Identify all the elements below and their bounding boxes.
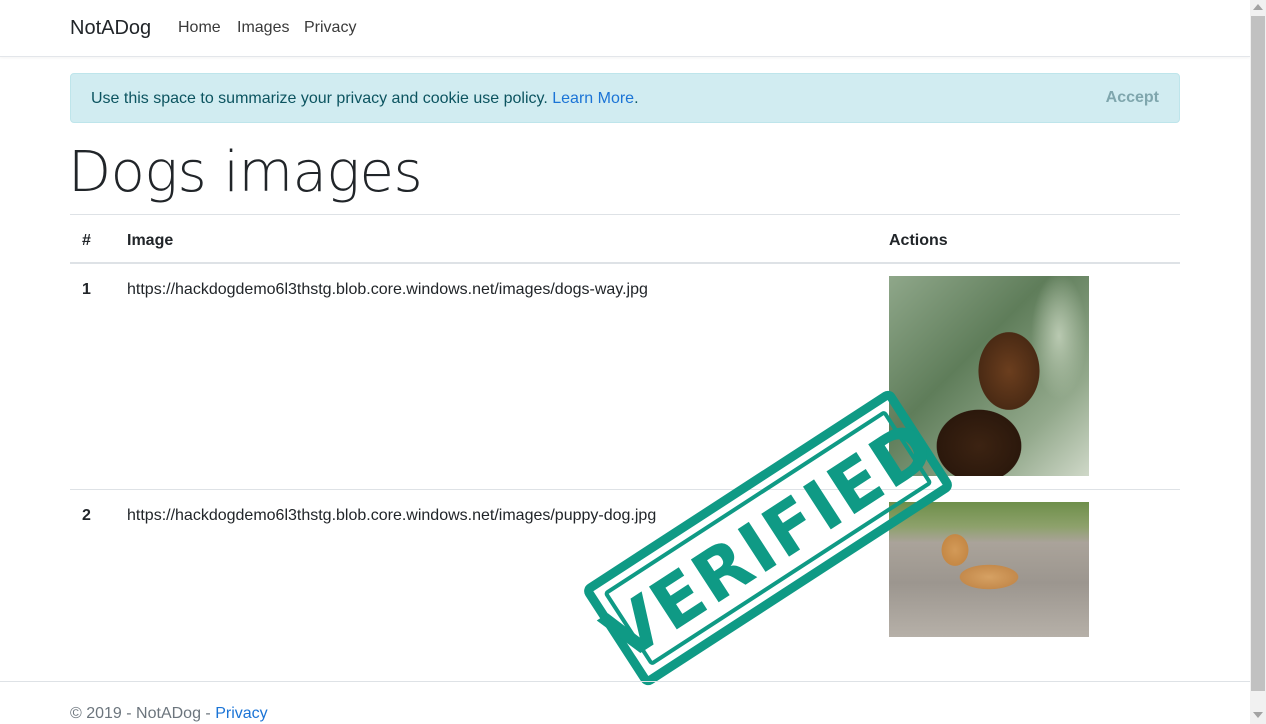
top-navbar: NotADog Home Images Privacy (0, 0, 1250, 57)
puppy-image-thumbnail[interactable] (889, 502, 1089, 637)
image-url: https://hackdogdemo6l3thstg.blob.core.wi… (127, 281, 648, 298)
dogs-images-table: # Image Actions 1 https://hackdogdemo6l3… (70, 214, 1180, 681)
nav-privacy-link[interactable]: Privacy (304, 19, 356, 37)
header-number: # (82, 232, 91, 249)
scroll-down-arrow-icon[interactable] (1253, 712, 1263, 718)
footer-copyright: © 2019 - NotADog - (70, 705, 216, 722)
dog-image-thumbnail[interactable] (889, 276, 1089, 476)
table-row: 1 https://hackdogdemo6l3thstg.blob.core.… (70, 264, 1180, 489)
learn-more-link[interactable]: Learn More (552, 90, 634, 107)
brand-link[interactable]: NotADog (70, 17, 151, 40)
scroll-up-arrow-icon[interactable] (1253, 4, 1263, 10)
footer-text: © 2019 - NotADog - Privacy (70, 705, 268, 723)
table-row: 2 https://hackdogdemo6l3thstg.blob.core.… (70, 489, 1180, 681)
cookie-consent-alert: Use this space to summarize your privacy… (70, 73, 1180, 123)
footer-privacy-link[interactable]: Privacy (215, 705, 267, 722)
row-number: 2 (82, 507, 91, 524)
header-actions: Actions (889, 232, 948, 249)
nav-images-link[interactable]: Images (237, 19, 289, 37)
header-image: Image (127, 232, 174, 249)
image-url: https://hackdogdemo6l3thstg.blob.core.wi… (127, 507, 657, 524)
page-footer: © 2019 - NotADog - Privacy (0, 681, 1250, 724)
nav-home-link[interactable]: Home (178, 19, 221, 37)
accept-cookies-button[interactable]: Accept (1106, 89, 1159, 107)
cookie-consent-message: Use this space to summarize your privacy… (91, 90, 548, 107)
scrollbar-thumb[interactable] (1251, 16, 1265, 691)
table-header-row: # Image Actions (70, 214, 1180, 264)
row-number: 1 (82, 281, 91, 298)
cookie-consent-text: Use this space to summarize your privacy… (91, 90, 639, 108)
cookie-consent-period: . (634, 90, 639, 107)
page-title: Dogs images (68, 140, 423, 205)
